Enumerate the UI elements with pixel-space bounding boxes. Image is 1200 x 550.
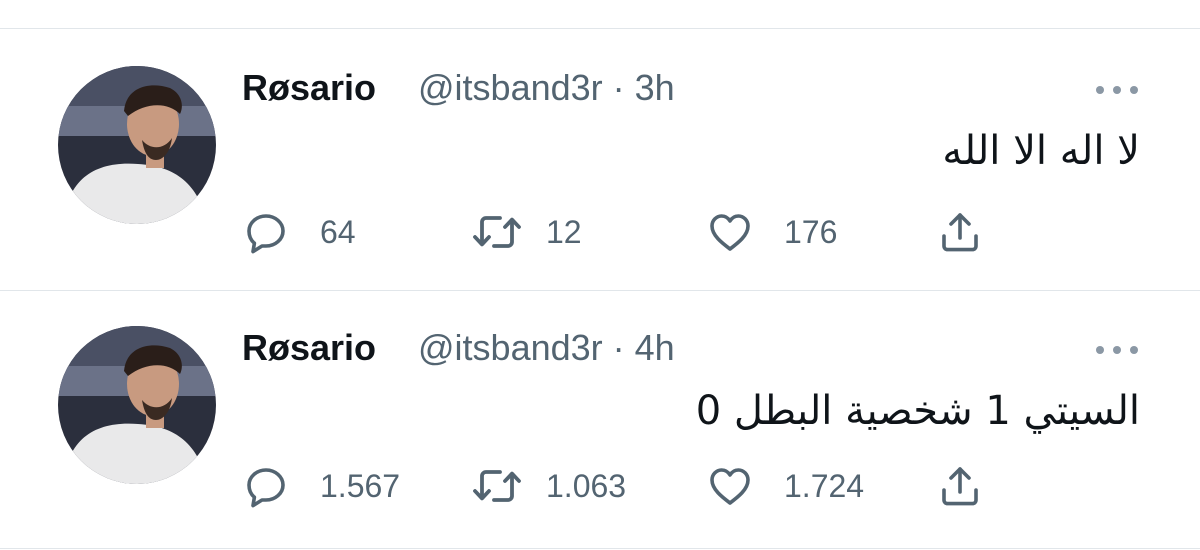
more-options-icon[interactable] [1094, 342, 1140, 356]
heart-icon [710, 214, 750, 251]
retweet-button[interactable]: 12 [470, 204, 582, 260]
tweet-text: السيتي 1 شخصية البطل 0 [695, 388, 1140, 434]
reply-button[interactable]: 64 [242, 204, 356, 260]
retweet-icon [473, 470, 521, 502]
share-button[interactable] [936, 204, 984, 260]
share-button[interactable] [936, 458, 984, 514]
timestamp[interactable]: 4h [635, 327, 675, 369]
reply-icon [247, 468, 285, 508]
share-icon [942, 213, 978, 252]
action-bar: 64 12 176 [242, 204, 1002, 260]
handle[interactable]: @itsband3r [418, 327, 603, 369]
reply-count: 64 [320, 213, 356, 250]
reply-button[interactable]: 1.567 [242, 458, 400, 514]
avatar[interactable] [58, 66, 216, 224]
retweet-button[interactable]: 1.063 [470, 458, 626, 514]
bottom-divider [0, 548, 1200, 549]
display-name[interactable]: Røsario [242, 327, 376, 369]
avatar-image [58, 326, 216, 484]
like-count: 176 [784, 213, 838, 250]
avatar-image [58, 66, 216, 224]
separator: · [612, 67, 625, 108]
like-button[interactable]: 1.724 [706, 458, 864, 514]
retweet-count: 1.063 [546, 467, 627, 504]
tweet-1[interactable]: Røsario @itsband3r · 3h لا اله الا الله 64… [0, 30, 1200, 290]
handle-line: @itsband3r · 4h [418, 327, 675, 369]
retweet-count: 12 [546, 213, 582, 250]
retweet-icon [473, 216, 521, 248]
handle[interactable]: @itsband3r [418, 67, 603, 109]
display-name[interactable]: Røsario [242, 67, 376, 109]
tweet-text: لا اله الا الله [942, 128, 1140, 174]
timestamp[interactable]: 3h [635, 67, 675, 109]
more-options-icon[interactable] [1094, 82, 1140, 96]
heart-icon [710, 468, 750, 505]
share-icon [942, 467, 978, 506]
reply-icon [247, 214, 285, 254]
tweet-2[interactable]: Røsario @itsband3r · 4h السيتي 1 شخصية الب… [0, 290, 1200, 550]
action-bar: 1.567 1.063 1.724 [242, 458, 1002, 514]
separator: · [612, 327, 625, 368]
like-count: 1.724 [784, 467, 865, 504]
avatar[interactable] [58, 326, 216, 484]
like-button[interactable]: 176 [706, 204, 837, 260]
handle-line: @itsband3r · 3h [418, 67, 675, 109]
top-divider [0, 28, 1200, 29]
reply-count: 1.567 [320, 467, 401, 504]
